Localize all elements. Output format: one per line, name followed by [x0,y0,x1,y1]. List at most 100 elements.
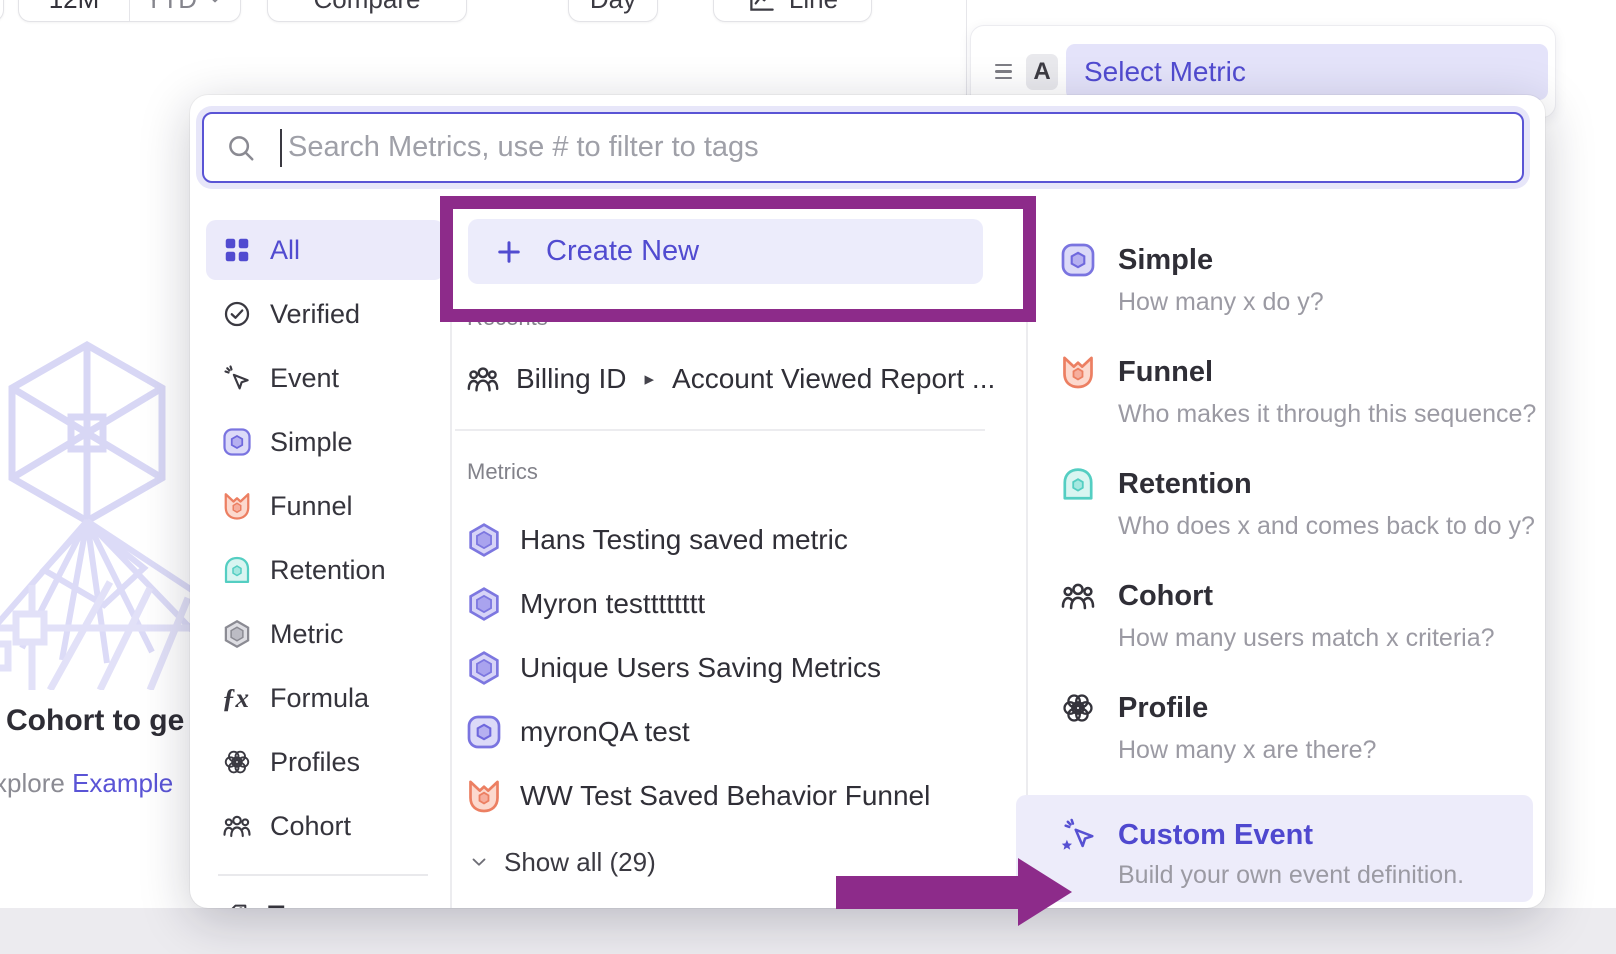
category-label: Event [270,363,339,394]
category-label: Funnel [270,491,353,522]
drag-handle-icon[interactable] [995,64,1012,79]
category-tags-partial[interactable]: T [222,892,285,908]
funnel-icon [222,491,252,521]
line-chart-icon [747,0,777,14]
select-metric-label: Select Metric [1084,56,1246,88]
category-formula[interactable]: ƒx Formula [206,668,444,728]
range-12m-button[interactable]: 12M [19,0,129,21]
grid-icon [222,235,252,265]
category-event[interactable]: Event [206,348,444,408]
saved-metric-label: Hans Testing saved metric [520,524,848,556]
simple-metric-icon [1060,242,1096,278]
range-ytd-label: YTD [145,0,197,15]
saved-metric-item[interactable]: myronQA test [466,710,690,754]
retention-icon [1060,466,1096,502]
recent-item-source: Billing ID [516,363,626,395]
saved-metric-item[interactable]: Hans Testing saved metric [466,518,848,562]
cohort-icon [1060,578,1096,614]
metric-type-desc: Who does x and comes back to do y? [1118,506,1535,546]
middle-column-divider [455,429,985,431]
show-all-button[interactable]: Show all (29) [468,844,656,880]
interval-day-button[interactable]: Day [568,0,658,22]
metric-type-title: Profile [1118,690,1376,726]
saved-metric-item[interactable]: Myron testttttttt [466,582,705,626]
annotation-arrow [836,876,1018,909]
date-range-group: 12M YTD [18,0,241,22]
interval-day-label: Day [590,0,636,15]
empty-state-illustration [0,330,192,690]
simple-metric-icon [466,714,502,750]
category-verified[interactable]: Verified [206,284,444,344]
category-simple[interactable]: Simple [206,412,444,472]
category-partial-label: T [268,900,285,909]
saved-metric-icon [466,586,502,622]
category-label: Simple [270,427,353,458]
metric-type-retention[interactable]: Retention Who does x and comes back to d… [1060,466,1535,546]
breadcrumb-arrow-icon: ▸ [644,368,654,391]
saved-metric-label: Unique Users Saving Metrics [520,652,881,684]
metric-type-title: Retention [1118,466,1535,502]
app-root: 12M YTD Compare Day Line A Select Metric [0,0,1616,954]
category-label: Formula [270,683,369,714]
metric-type-custom-event[interactable]: Custom Event Build your own event defini… [1016,795,1533,902]
show-all-label: Show all (29) [504,847,656,878]
category-all[interactable]: All [206,220,444,280]
category-retention[interactable]: Retention [206,540,444,600]
compare-label: Compare [314,0,421,15]
metric-search-box [202,112,1524,183]
compare-button[interactable]: Compare [267,0,467,22]
category-label: Cohort [270,811,351,842]
metric-type-desc: How many users match x criteria? [1118,618,1495,658]
page-bottom-strip [0,908,1616,954]
metric-hexagon-icon [222,619,252,649]
badge-check-icon [222,299,252,329]
chevron-down-icon [468,851,490,873]
range-ytd-button[interactable]: YTD [130,0,240,21]
chart-type-line-button[interactable]: Line [713,0,872,22]
metric-type-cohort[interactable]: Cohort How many users match x criteria? [1060,578,1495,658]
empty-state-subtext-prefix: xplore [0,768,65,798]
range-12m-label: 12M [49,0,100,15]
example-reports-link[interactable]: Example [72,768,173,798]
saved-metric-label: Myron testttttttt [520,588,705,620]
retention-icon [222,555,252,585]
cursor-spark-icon [222,363,252,393]
empty-state-heading: r Cohort to ge [0,704,184,738]
category-label: Verified [270,299,360,330]
metric-type-funnel[interactable]: Funnel Who makes it through this sequenc… [1060,354,1536,434]
tag-icon [222,901,250,908]
category-profiles[interactable]: Profiles [206,732,444,792]
recent-item[interactable]: Billing ID ▸ Account Viewed Report ... [466,357,995,401]
category-metric[interactable]: Metric [206,604,444,664]
chart-type-line-label: Line [789,0,838,15]
category-label: Profiles [270,747,360,778]
toolbar-button-fragment[interactable] [0,0,4,22]
category-cohort[interactable]: Cohort [206,796,444,856]
metric-type-desc: How many x do y? [1118,282,1324,322]
cohort-icon [466,362,500,396]
saved-metric-label: WW Test Saved Behavior Funnel [520,780,930,812]
saved-metric-label: myronQA test [520,716,690,748]
saved-metric-icon [466,650,502,686]
metric-type-desc: Build your own event definition. [1118,855,1464,895]
category-funnel[interactable]: Funnel [206,476,444,536]
metric-type-profile[interactable]: Profile How many x are there? [1060,690,1376,770]
metric-type-desc: How many x are there? [1118,730,1376,770]
metric-type-simple[interactable]: Simple How many x do y? [1060,242,1324,322]
search-icon [226,133,256,163]
metric-search-input[interactable] [286,130,1522,165]
annotation-arrow-head [1018,858,1072,926]
category-label: Retention [270,555,386,586]
metrics-heading: Metrics [467,459,538,485]
metric-type-title: Cohort [1118,578,1495,614]
metric-type-desc: Who makes it through this sequence? [1118,394,1536,434]
cohort-icon [222,811,252,841]
metric-row-letter-badge: A [1026,54,1058,90]
annotation-highlight-rectangle [440,196,1036,322]
simple-metric-icon [222,427,252,457]
empty-state-subtext: xplore Example [0,768,173,799]
select-metric-button[interactable]: Select Metric [1066,44,1548,100]
caret-down-icon [205,0,225,9]
saved-metric-item[interactable]: WW Test Saved Behavior Funnel [466,774,930,818]
saved-metric-item[interactable]: Unique Users Saving Metrics [466,646,881,690]
